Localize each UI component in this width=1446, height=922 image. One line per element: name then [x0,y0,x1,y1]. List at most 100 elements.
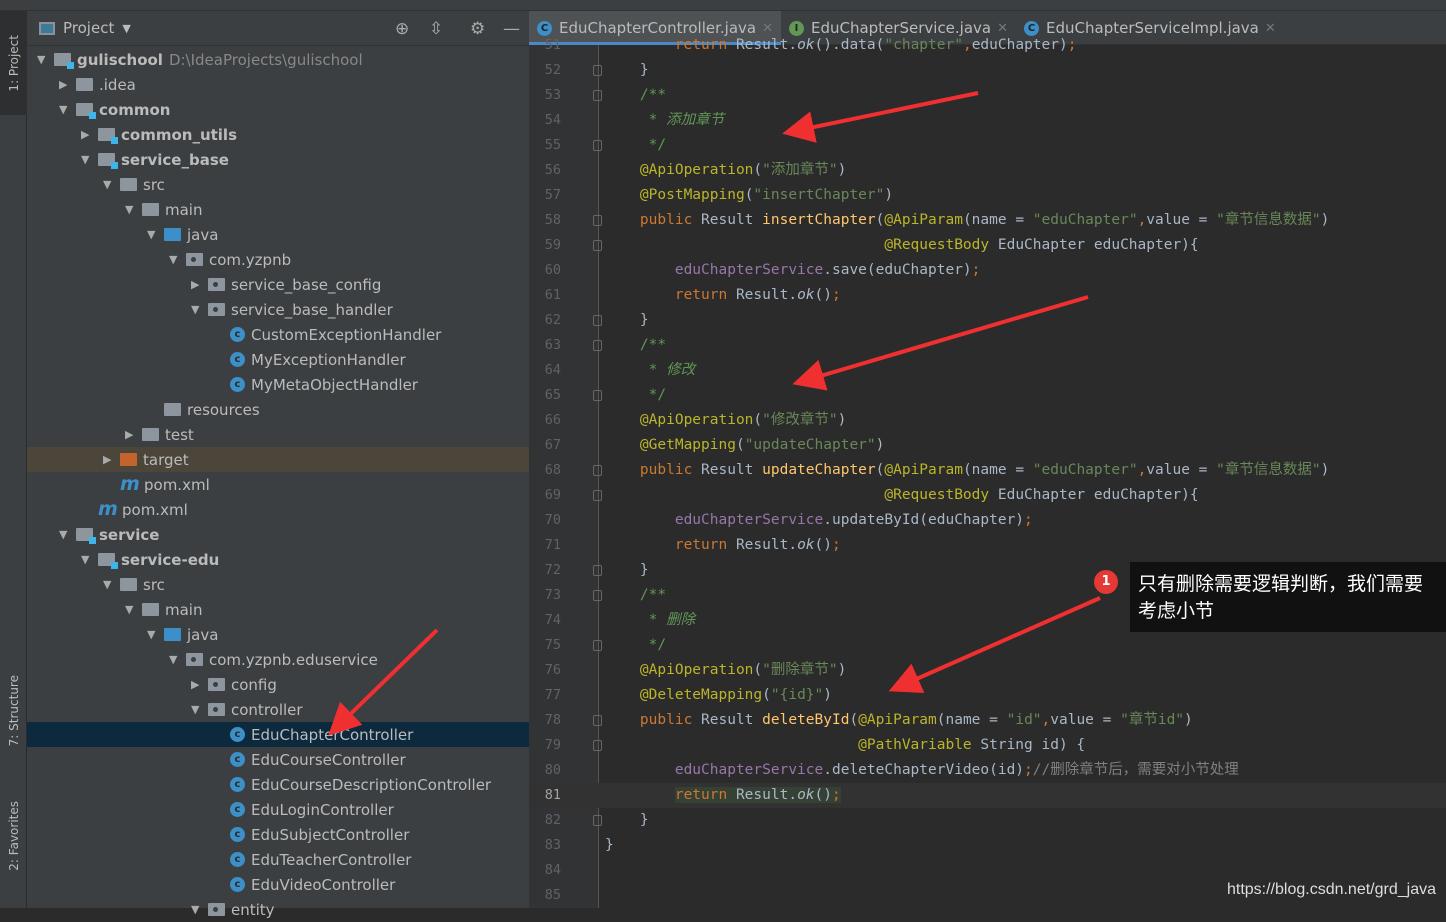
line-number: 52 [544,62,561,78]
code-token: @PostMapping [605,187,745,203]
code-line: 56 @ApiOperation("添加章节") [529,158,1446,183]
tree-item[interactable]: c EduSubjectController [27,822,529,847]
tree-item[interactable]: ▼ main [27,197,529,222]
collapse-all-icon[interactable]: ⇳ [429,19,443,39]
expanded-arrow-icon[interactable]: ▼ [147,228,164,241]
expanded-arrow-icon[interactable]: ▼ [147,628,164,641]
tree-item[interactable]: ▼ service-edu [27,547,529,572]
tree-item[interactable]: ▼ java [27,222,529,247]
fold-marker-icon[interactable] [593,390,602,401]
tree-item[interactable]: c EduTeacherController [27,847,529,872]
fold-marker-icon[interactable] [593,490,602,501]
expanded-arrow-icon[interactable]: ▼ [59,528,76,541]
collapsed-arrow-icon[interactable]: ▶ [103,453,120,466]
expanded-arrow-icon[interactable]: ▼ [37,53,54,66]
expanded-arrow-icon[interactable]: ▼ [81,553,98,566]
collapsed-arrow-icon[interactable]: ▶ [191,678,208,691]
code-editor[interactable]: 51 return Result.ok().data("chapter",edu… [529,33,1446,908]
tree-item[interactable]: ▼ main [27,597,529,622]
locate-icon[interactable]: ⊕ [395,19,409,39]
tree-item[interactable]: ▶ service_base_config [27,272,529,297]
line-number: 78 [544,712,561,728]
tree-item[interactable]: ▼ src [27,172,529,197]
line-number: 55 [544,137,561,153]
fold-marker-icon[interactable] [593,590,602,601]
expanded-arrow-icon[interactable]: ▼ [59,103,76,116]
tree-item[interactable]: m pom.xml [27,497,529,522]
tree-item[interactable]: ▼ com.yzpnb.eduservice [27,647,529,672]
fold-marker-icon[interactable] [593,215,602,226]
expanded-arrow-icon[interactable]: ▼ [191,303,208,316]
collapsed-arrow-icon[interactable]: ▶ [125,428,142,441]
hide-icon[interactable]: — [503,19,520,39]
tree-item[interactable]: ▶ config [27,672,529,697]
expanded-arrow-icon[interactable]: ▼ [169,253,186,266]
fold-marker-icon[interactable] [593,315,602,326]
tree-item[interactable]: c EduChapterController [27,722,529,747]
fold-marker-icon[interactable] [593,140,602,151]
fold-marker-icon[interactable] [593,740,602,751]
expanded-arrow-icon[interactable]: ▼ [125,203,142,216]
fold-marker-icon[interactable] [593,465,602,476]
tree-item[interactable]: ▼ service [27,522,529,547]
fold-marker-icon[interactable] [593,240,602,251]
code-line: 62 } [529,308,1446,333]
tree-item[interactable]: ▼ gulischool D:\IdeaProjects\gulischool [27,47,529,72]
tree-item[interactable]: ▼ java [27,622,529,647]
tree-item[interactable]: ▶ test [27,422,529,447]
fold-marker-icon[interactable] [593,565,602,576]
collapsed-arrow-icon[interactable]: ▶ [191,278,208,291]
fold-marker-icon[interactable] [593,340,602,351]
line-number: 63 [544,337,561,353]
expanded-arrow-icon[interactable]: ▼ [125,603,142,616]
tree-item[interactable]: c EduVideoController [27,872,529,897]
fold-marker-icon[interactable] [593,65,602,76]
code-text: } [605,833,614,858]
tree-item[interactable]: ▶ target [27,447,529,472]
tab-project-tool[interactable]: 1: Project [0,11,27,115]
tree-item[interactable]: c EduLoginController [27,797,529,822]
expanded-arrow-icon[interactable]: ▼ [191,903,208,916]
tree-item[interactable]: c MyMetaObjectHandler [27,372,529,397]
collapsed-arrow-icon[interactable]: ▶ [59,78,76,91]
tree-item[interactable]: ▼ src [27,572,529,597]
collapsed-arrow-icon[interactable]: ▶ [81,128,98,141]
tree-item[interactable]: ▼ service_base_handler [27,297,529,322]
code-text: */ [605,633,666,658]
tree-item[interactable]: ▼ controller [27,697,529,722]
code-token: , [962,37,972,53]
tree-item-label: MyExceptionHandler [251,350,406,369]
expanded-arrow-icon[interactable]: ▼ [103,578,120,591]
tree-item[interactable]: c CustomExceptionHandler [27,322,529,347]
tree-item[interactable]: m pom.xml [27,472,529,497]
project-view-selector[interactable]: Project [63,19,114,37]
tree-item[interactable]: ▶ common_utils [27,122,529,147]
tree-item[interactable]: ▼ entity [27,897,529,922]
gear-icon[interactable]: ⚙ [470,19,485,39]
code-token: public [605,212,702,228]
tab-structure-tool[interactable]: 7: Structure [0,661,27,761]
tree-item-label: java [187,625,219,644]
fold-marker-icon[interactable] [593,90,602,101]
fold-marker-icon[interactable] [593,815,602,826]
expanded-arrow-icon[interactable]: ▼ [103,178,120,191]
fold-marker-icon[interactable] [593,640,602,651]
tree-item[interactable]: c EduCourseController [27,747,529,772]
code-line: 63 /** [529,333,1446,358]
tab-favorites-tool[interactable]: 2: Favorites [0,786,27,886]
tree-item[interactable]: c EduCourseDescriptionController [27,772,529,797]
expanded-arrow-icon[interactable]: ▼ [169,653,186,666]
expanded-arrow-icon[interactable]: ▼ [81,153,98,166]
tree-item[interactable]: ▶ .idea [27,72,529,97]
tree-item[interactable]: resources [27,397,529,422]
expanded-arrow-icon[interactable]: ▼ [191,703,208,716]
tree-item[interactable]: c MyExceptionHandler [27,347,529,372]
tree-item[interactable]: ▼ service_base [27,147,529,172]
tree-item-label: service_base_handler [231,300,393,319]
package-icon [208,303,225,316]
fold-marker-icon[interactable] [593,715,602,726]
chevron-down-icon[interactable]: ▼ [122,22,130,35]
tree-item[interactable]: ▼ common [27,97,529,122]
code-token: , [1041,712,1051,728]
tree-item[interactable]: ▼ com.yzpnb [27,247,529,272]
